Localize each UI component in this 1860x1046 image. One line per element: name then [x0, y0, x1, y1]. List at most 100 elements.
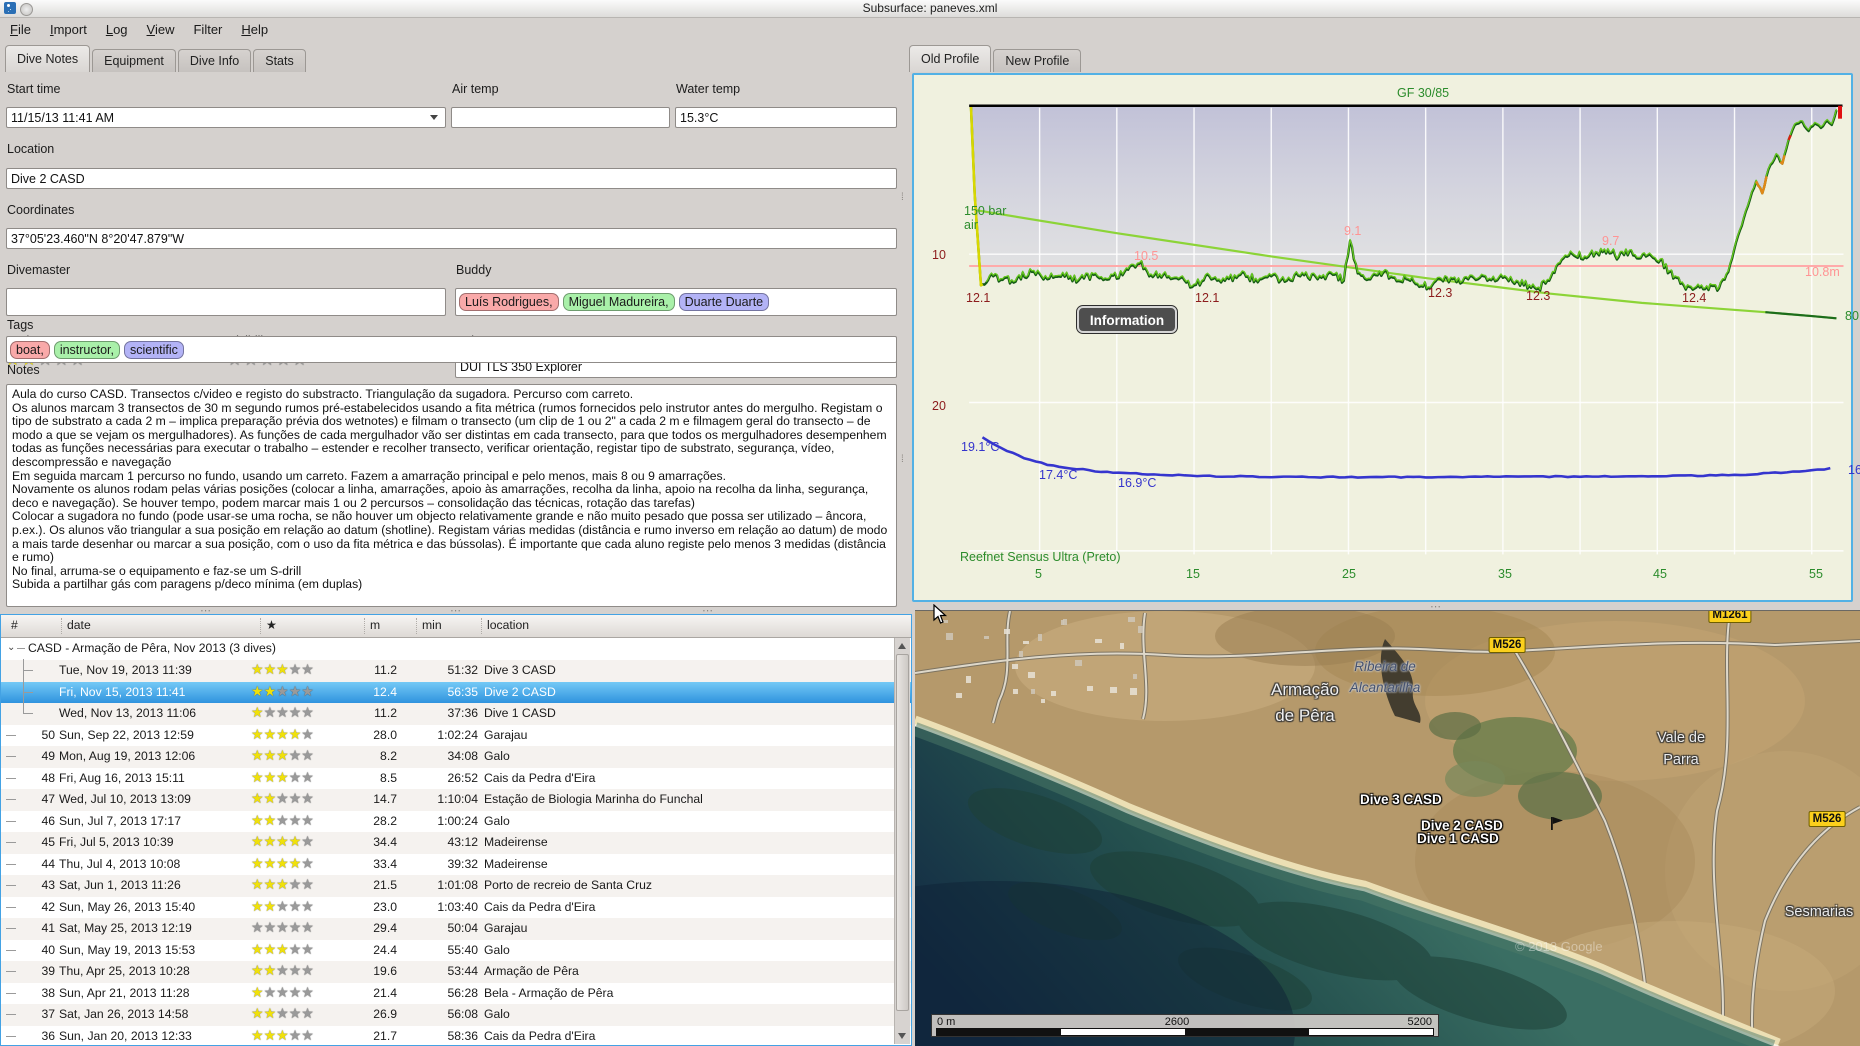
table-row[interactable]: 37 Sat, Jan 26, 2013 14:58 ★★★★★ 26.9 56:08 G… [1, 1004, 911, 1026]
cell-date: Thu, Apr 25, 2013 10:28 [59, 964, 190, 978]
dive-site-label: Dive 1 CASD [1417, 831, 1499, 846]
location-input[interactable] [6, 168, 897, 189]
star-icon: ★ [251, 876, 264, 892]
start-time-combo[interactable] [6, 107, 446, 128]
tags-label: Tags [7, 318, 34, 332]
star-icon: ★ [251, 919, 264, 935]
tab-old-profile[interactable]: Old Profile [909, 45, 992, 72]
divemaster-input[interactable] [6, 288, 446, 316]
table-row[interactable]: 38 Sun, Apr 21, 2013 11:28 ★★★★★ 21.4 56:28 B… [1, 983, 911, 1005]
buddy-input[interactable]: Luís Rodrigues, Miguel Madureira, Duarte D… [455, 288, 897, 316]
star-icon: ★ [301, 854, 314, 871]
column-header-stars[interactable]: ★ [260, 618, 277, 634]
star-icon: ★ [251, 661, 264, 677]
air-temp-input[interactable] [451, 107, 670, 128]
star-icon: ★ [263, 768, 277, 785]
table-row[interactable]: 36 Sun, Jan 20, 2013 12:33 ★★★★★ 21.7 58:36 C… [1, 1026, 911, 1046]
splitter-handle[interactable]: ⁞ [901, 193, 907, 203]
notes-textarea[interactable]: Aula do curso CASD. Transectos c/video e… [6, 384, 897, 607]
column-header-num[interactable]: # [6, 618, 18, 634]
table-row[interactable]: 44 Thu, Jul 4, 2013 10:08 ★★★★★ 33.4 39:32 Ma… [1, 854, 911, 876]
star-icon: ★ [263, 1005, 277, 1021]
menu-import[interactable]: Import [50, 22, 87, 37]
menu-help[interactable]: Help [241, 22, 268, 37]
cell-depth: 26.9 [373, 1007, 397, 1021]
column-header-depth[interactable]: m [364, 618, 380, 634]
map-place-label: Sesmarias [1784, 904, 1854, 920]
tags-input[interactable]: boat, instructor, scientific [6, 336, 897, 363]
table-row[interactable]: 39 Thu, Apr 25, 2013 10:28 ★★★★★ 19.6 53:44 A… [1, 961, 911, 983]
water-temp-label: Water temp [676, 82, 741, 96]
cell-location: Armação de Pêra [484, 964, 579, 978]
table-row[interactable]: Fri, Nov 15, 2013 11:41 ★★★★★ 12.4 56:35 Div… [1, 681, 911, 703]
tab-dive-info[interactable]: Dive Info [177, 49, 252, 72]
star-icon: ★ [251, 1026, 264, 1043]
cell-location: Cais da Pedra d'Eira [484, 899, 596, 914]
cell-date: Sun, Sep 22, 2013 12:59 [59, 727, 194, 742]
splitter-handle[interactable]: ⁞ [901, 455, 907, 465]
table-row[interactable]: Tue, Nov 19, 2013 11:39 ★★★★★ 11.2 51:32 Div… [1, 660, 911, 682]
cell-depth: 34.4 [373, 835, 397, 849]
table-row[interactable]: 48 Fri, Aug 16, 2013 15:11 ★★★★★ 8.5 26:52 Ca… [1, 768, 911, 790]
cell-number: 43 [41, 878, 55, 892]
column-header-location[interactable]: location [481, 618, 529, 634]
tab-dive-notes[interactable]: Dive Notes [5, 45, 91, 72]
table-row[interactable]: 49 Mon, Aug 19, 2013 12:06 ★★★★★ 8.2 34:08 Ga… [1, 746, 911, 768]
cell-date: Wed, Nov 13, 2013 11:06 [59, 706, 197, 720]
cell-date: Tue, Nov 19, 2013 11:39 [59, 663, 192, 677]
table-row[interactable]: 50 Sun, Sep 22, 2013 12:59 ★★★★★ 28.0 1:02:2… [1, 725, 911, 747]
cell-location: Madeirense [484, 856, 548, 871]
star-icon: ★ [263, 725, 277, 742]
tab-new-profile[interactable]: New Profile [993, 49, 1082, 72]
star-icon: ★ [263, 897, 277, 914]
column-header-duration[interactable]: min [416, 618, 442, 634]
menu-file[interactable]: File [10, 22, 31, 37]
titlebar[interactable]: Subsurface: paneves.xml [0, 0, 1860, 18]
road-shield: M1261 [1708, 611, 1752, 623]
table-row[interactable]: 46 Sun, Jul 7, 2013 17:17 ★★★★★ 28.2 1:00:24… [1, 811, 911, 833]
table-row[interactable]: 40 Sun, May 19, 2013 15:53 ★★★★★ 24.4 55:40 G… [1, 940, 911, 962]
cell-depth: 21.7 [373, 1028, 397, 1043]
information-button[interactable]: Information [1076, 305, 1178, 334]
dive-rows: Tue, Nov 19, 2013 11:39 ★★★★★ 11.2 51:32 Div… [1, 660, 911, 1046]
mouse-cursor [933, 604, 948, 624]
cell-duration: 55:40 [447, 942, 479, 957]
tree-branch [6, 842, 16, 843]
star-icon: ★ [301, 682, 314, 699]
menu-view[interactable]: View [147, 22, 175, 37]
table-row[interactable]: 47 Wed, Jul 10, 2013 13:09 ★★★★★ 14.7 1:10:0… [1, 789, 911, 811]
table-row[interactable]: Wed, Nov 13, 2013 11:06 ★★★★★ 11.2 37:36 Div… [1, 703, 911, 725]
table-row[interactable]: 41 Sat, May 25, 2013 12:19 ★★★★★ 29.4 50:04 G… [1, 918, 911, 940]
water-temp-input[interactable] [675, 107, 897, 128]
map-canvas[interactable]: Armação de Pêra Ribeira de Alcantarilha Vale… [915, 610, 1860, 1046]
star-icon: ★ [263, 811, 277, 828]
table-row[interactable]: 42 Sun, May 26, 2013 15:40 ★★★★★ 23.0 1:03:4… [1, 897, 911, 919]
cell-location: Madeirense [484, 835, 548, 849]
menu-filter[interactable]: Filter [193, 22, 222, 37]
table-row[interactable]: 43 Sat, Jun 1, 2013 11:26 ★★★★★ 21.5 1:01:08… [1, 875, 911, 897]
menu-log[interactable]: Log [106, 22, 128, 37]
tree-branch [6, 756, 16, 757]
collapse-arrow-icon[interactable]: ⌄ [7, 642, 15, 653]
scrollbar-thumb[interactable] [896, 654, 909, 1011]
cell-depth: 12.4 [373, 684, 397, 699]
coordinates-input[interactable] [6, 228, 897, 249]
map-place-label: Ribeira de Alcantarilha [1349, 659, 1421, 695]
cell-date: Sun, Jul 7, 2013 17:17 [59, 813, 181, 828]
cell-location: Porto de recreio de Santa Cruz [484, 878, 653, 892]
trip-row[interactable]: ⌄ CASD - Armação de Pêra, Nov 2013 (3 di… [1, 638, 911, 660]
chevron-down-icon[interactable] [430, 115, 438, 120]
dive-list-table[interactable]: # date ★ m min location ⌄ CASD - Armação de P… [0, 614, 912, 1046]
scroll-down-icon[interactable] [898, 1033, 906, 1039]
chip: boat, [10, 340, 50, 359]
scroll-up-icon[interactable] [898, 643, 906, 649]
chart-label-temp: 17.4°C [1039, 468, 1078, 482]
column-header-date[interactable]: date [61, 618, 91, 634]
dive-list-scrollbar[interactable] [894, 638, 910, 1044]
star-icon: ★ [276, 661, 289, 677]
star-icon: ★ [288, 962, 302, 978]
tab-equipment[interactable]: Equipment [92, 49, 176, 72]
tab-stats[interactable]: Stats [253, 49, 306, 72]
table-row[interactable]: 45 Fri, Jul 5, 2013 10:39 ★★★★★ 34.4 43:12 Ma… [1, 832, 911, 854]
star-icon: ★ [276, 919, 289, 935]
